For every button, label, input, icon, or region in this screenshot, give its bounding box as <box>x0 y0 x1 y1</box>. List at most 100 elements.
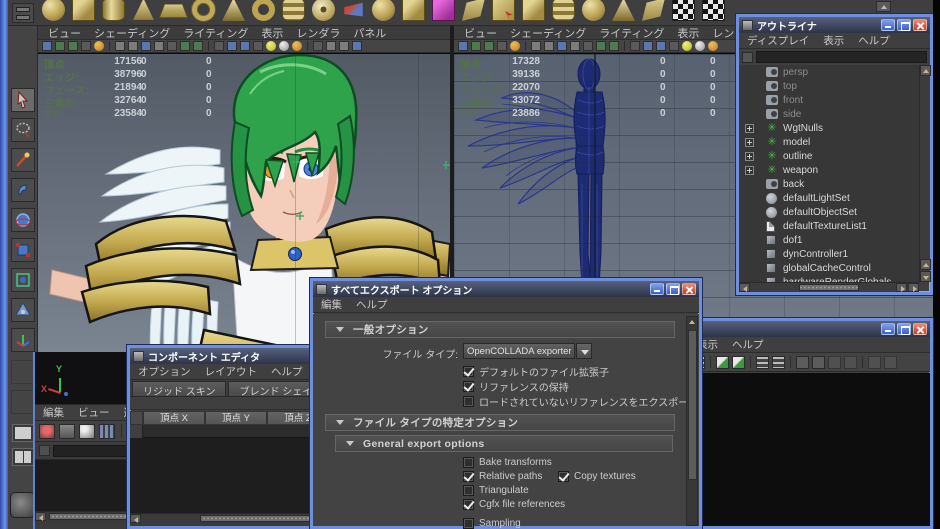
2d-pan-icon[interactable] <box>497 41 507 51</box>
menu-edit[interactable]: 編集 <box>43 405 64 420</box>
poly-torus-icon[interactable] <box>192 0 215 21</box>
all-lights-icon[interactable] <box>266 41 276 51</box>
shelf-tab-button[interactable] <box>12 3 34 23</box>
default-light-icon[interactable] <box>695 41 705 51</box>
dialog-vscrollbar[interactable] <box>686 316 698 526</box>
list-item[interactable]: persp <box>739 65 919 79</box>
list-item[interactable]: back <box>739 177 919 191</box>
list-item[interactable]: dynController1 <box>739 247 919 261</box>
poly-soccer-ball-icon[interactable] <box>312 0 335 21</box>
no-lights-icon[interactable] <box>708 41 718 51</box>
checkbox-relative-paths[interactable] <box>463 471 474 482</box>
menu-lighting[interactable]: ライティング <box>599 25 664 41</box>
filter-icon[interactable] <box>742 51 753 63</box>
checkbox-cgfx-file-references[interactable] <box>463 499 474 510</box>
list-item[interactable]: hardwareRenderGlobals <box>739 275 919 282</box>
titlebar[interactable]: すべてエクスポート オプション <box>313 281 699 297</box>
menu-view[interactable]: ビュー <box>464 25 497 41</box>
list-item[interactable]: defaultTextureList1 <box>739 219 919 233</box>
checkbox-row[interactable]: Triangulate <box>463 485 529 496</box>
menu-help[interactable]: ヘルプ <box>858 33 890 48</box>
checkbox-row[interactable]: Relative paths <box>463 471 542 482</box>
scroll-right-button[interactable] <box>896 283 907 292</box>
checkbox-row[interactable]: デフォルトのファイル拡張子 <box>463 364 609 379</box>
menu-lighting[interactable]: ライティング <box>183 25 248 41</box>
wireframe-icon[interactable] <box>630 41 640 51</box>
tab-rigid-skins[interactable]: リジッド スキン <box>132 381 227 398</box>
scroll-up-button[interactable] <box>920 65 931 76</box>
scroll-thumb[interactable] <box>200 515 320 522</box>
use-all-lights-icon[interactable] <box>669 41 679 51</box>
menu-panels[interactable]: パネル <box>353 25 386 41</box>
menu-display[interactable]: ディスプレイ <box>747 33 809 48</box>
poly-cube2-icon[interactable] <box>402 0 425 21</box>
show-manipulator-button[interactable] <box>11 328 35 352</box>
poly-combine-icon[interactable] <box>522 0 545 21</box>
maximize-button[interactable] <box>897 323 911 335</box>
checkbox-row[interactable]: Sampling <box>463 518 521 529</box>
menu-show[interactable]: 表示 <box>823 33 844 48</box>
column-header[interactable]: 頂点 Y <box>205 411 267 425</box>
filter-icon[interactable] <box>39 445 50 456</box>
frame-selected-icon[interactable] <box>812 355 825 369</box>
search-input[interactable] <box>756 51 927 63</box>
soft-mod-tool-button[interactable] <box>11 298 35 322</box>
list-item[interactable]: dof1 <box>739 233 919 247</box>
scene-hierarchy-icon[interactable] <box>716 355 729 369</box>
2d-pan-icon[interactable] <box>81 41 91 51</box>
grid-toggle-icon[interactable] <box>531 41 541 51</box>
image-plane-icon[interactable] <box>484 41 494 51</box>
image-plane-icon[interactable] <box>68 41 78 51</box>
poly-tools-icon[interactable] <box>344 2 363 17</box>
scroll-up-button-2[interactable] <box>920 259 931 270</box>
grid-toggle-icon[interactable] <box>115 41 125 51</box>
checkbox-row[interactable]: Cgfx file references <box>463 499 565 510</box>
gate-mask-icon[interactable] <box>154 41 164 51</box>
expand-icon[interactable] <box>745 165 754 175</box>
checkbox-row[interactable]: Copy textures <box>558 471 636 482</box>
use-all-lights-icon[interactable] <box>253 41 263 51</box>
collapse-triangle-icon[interactable] <box>336 327 344 332</box>
xray-icon[interactable] <box>339 41 349 51</box>
minimize-button[interactable] <box>881 19 895 31</box>
close-button[interactable] <box>682 283 696 295</box>
checkbox-sampling[interactable] <box>463 518 474 529</box>
filter-field[interactable] <box>53 444 138 457</box>
menu-edit[interactable]: 編集 <box>321 297 342 312</box>
list-item[interactable]: WgtNulls <box>739 121 919 135</box>
joints-xray-icon[interactable] <box>352 41 362 51</box>
gate-mask-icon[interactable] <box>570 41 580 51</box>
menu-show[interactable]: 表示 <box>261 25 283 41</box>
universal-manipulator-button[interactable] <box>11 268 35 292</box>
isolate-select-icon[interactable] <box>326 41 336 51</box>
default-light-icon[interactable] <box>279 41 289 51</box>
maximize-button[interactable] <box>897 19 911 31</box>
menu-view[interactable]: ビュー <box>48 25 81 41</box>
poly-rock-icon[interactable] <box>642 0 665 21</box>
checkbox-row[interactable]: リファレンスの保持 <box>463 379 569 394</box>
section-file-type-specific[interactable]: ファイル タイプの特定オプション <box>325 414 675 431</box>
safe-title-icon[interactable] <box>193 41 203 51</box>
camera-attrs-icon[interactable] <box>42 41 52 51</box>
traversal-icon[interactable] <box>868 355 881 369</box>
poly-pyramid-icon[interactable] <box>222 0 245 21</box>
poly-grey-sphere-icon[interactable] <box>582 0 605 21</box>
film-gate-icon[interactable] <box>128 41 138 51</box>
key-light-icon[interactable] <box>79 423 95 439</box>
input-output-icon[interactable] <box>732 355 745 369</box>
film-gate-icon[interactable] <box>544 41 554 51</box>
section-general-options[interactable]: 一般オプション <box>325 321 675 338</box>
minimize-button[interactable] <box>881 323 895 335</box>
close-button[interactable] <box>913 19 927 31</box>
poly-plane-icon[interactable] <box>158 4 189 19</box>
menu-shading[interactable]: シェーディング <box>510 25 586 41</box>
shaded-icon[interactable] <box>643 41 653 51</box>
titlebar[interactable] <box>689 321 930 337</box>
scroll-left-button[interactable] <box>130 514 141 523</box>
bookmark-icon[interactable] <box>55 41 65 51</box>
poly-diamond-icon[interactable] <box>612 0 635 21</box>
list-item[interactable]: top <box>739 79 919 93</box>
outliner-hscrollbar[interactable] <box>739 282 919 292</box>
lasso-tool-button[interactable] <box>11 118 35 142</box>
move-tool-button[interactable] <box>11 178 35 202</box>
